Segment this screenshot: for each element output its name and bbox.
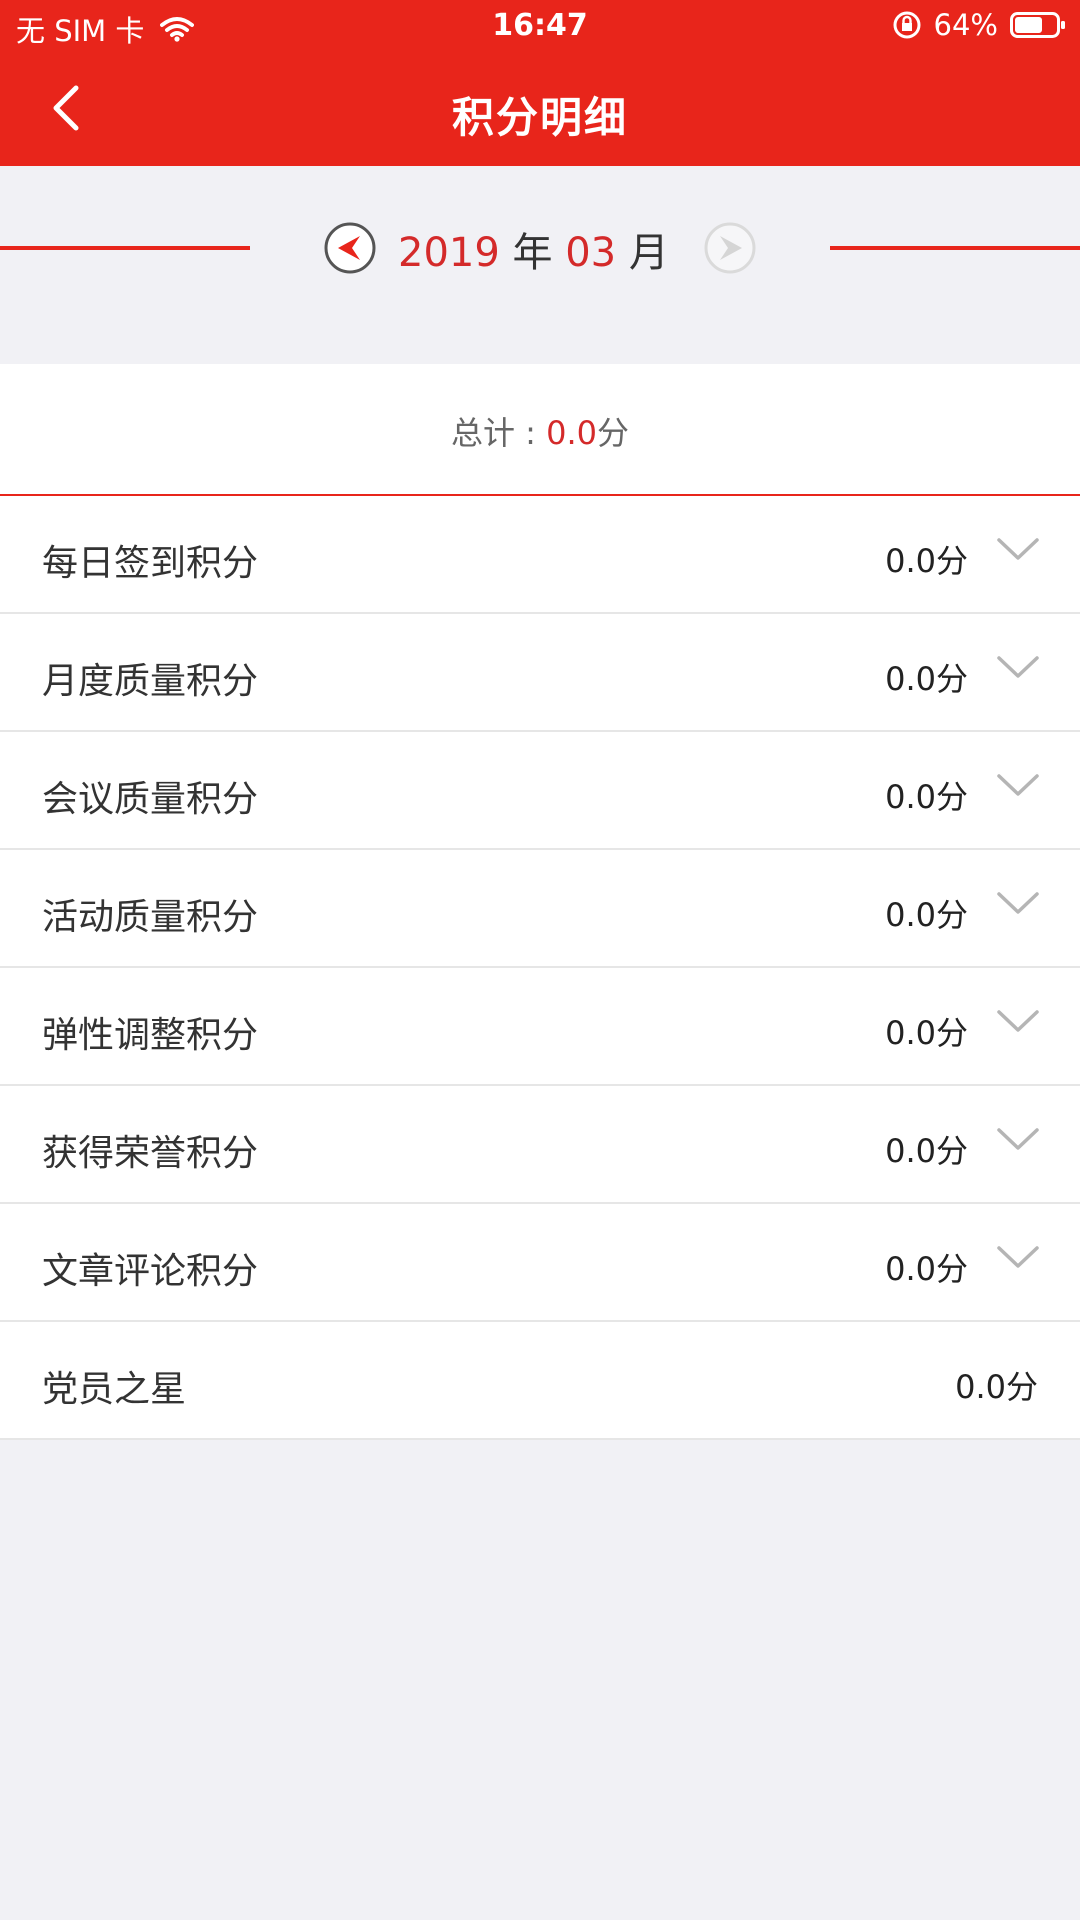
- item-label: 获得荣誉积分: [42, 1133, 259, 1174]
- battery-percent: 64%: [933, 8, 998, 42]
- item-value: 0.0分: [885, 660, 968, 698]
- month-selector: 2019 年 03 月: [0, 166, 1080, 364]
- item-value: 0.0分: [885, 896, 968, 934]
- chevron-down-icon[interactable]: [996, 890, 1040, 918]
- month-value: 03: [565, 230, 617, 276]
- circle-arrow-right-icon: [704, 222, 756, 274]
- year-unit: 年: [512, 230, 553, 276]
- item-value: 0.0分: [885, 1250, 968, 1288]
- item-label: 每日签到积分: [42, 543, 259, 584]
- item-label: 文章评论积分: [42, 1251, 259, 1292]
- chevron-down-icon[interactable]: [996, 1008, 1040, 1036]
- status-bar: 无 SIM 卡 16:47 64%: [0, 0, 1080, 54]
- chevron-down-icon[interactable]: [996, 536, 1040, 564]
- divider-line-right: [830, 246, 1080, 250]
- list-item-activity-quality[interactable]: 活动质量积分 0.0分: [0, 850, 1080, 968]
- item-value: 0.0分: [885, 542, 968, 580]
- total-text: 总计 : 0.0分: [0, 408, 1080, 454]
- item-label: 弹性调整积分: [42, 1015, 259, 1056]
- chevron-down-icon[interactable]: [996, 1126, 1040, 1154]
- chevron-down-icon[interactable]: [996, 772, 1040, 800]
- rotation-lock-icon: [892, 10, 922, 40]
- total-summary: 总计 : 0.0分: [0, 364, 1080, 496]
- list-item-flexible-adjustment[interactable]: 弹性调整积分 0.0分: [0, 968, 1080, 1086]
- list-item-daily-checkin[interactable]: 每日签到积分 0.0分: [0, 496, 1080, 614]
- page-title: 积分明细: [451, 93, 628, 142]
- total-value: 0.0: [546, 414, 597, 452]
- circle-arrow-left-icon: [324, 222, 376, 274]
- status-right: 64%: [892, 8, 1066, 42]
- item-label: 活动质量积分: [42, 897, 259, 938]
- chevron-down-icon[interactable]: [996, 1244, 1040, 1272]
- total-label: 总计 :: [450, 414, 547, 452]
- header: 无 SIM 卡 16:47 64% 积分明细: [0, 0, 1080, 166]
- list-item-meeting-quality[interactable]: 会议质量积分 0.0分: [0, 732, 1080, 850]
- item-label: 月度质量积分: [42, 661, 259, 702]
- list-item-party-member-star[interactable]: 党员之星 0.0分: [0, 1322, 1080, 1440]
- list-item-article-comments[interactable]: 文章评论积分 0.0分: [0, 1204, 1080, 1322]
- list-item-honors[interactable]: 获得荣誉积分 0.0分: [0, 1086, 1080, 1204]
- year-value: 2019: [398, 230, 500, 276]
- month-unit: 月: [628, 230, 669, 276]
- battery-icon: [1010, 11, 1066, 39]
- divider-line-left: [0, 246, 250, 250]
- item-label: 会议质量积分: [42, 779, 259, 820]
- month-label: 2019 年 03 月: [398, 220, 669, 278]
- points-list: 每日签到积分 0.0分 月度质量积分 0.0分 会议质量积分 0.0分 活动质量…: [0, 496, 1080, 1440]
- item-value: 0.0分: [885, 1014, 968, 1052]
- next-month-button[interactable]: [703, 221, 757, 275]
- item-label: 党员之星: [42, 1369, 187, 1410]
- chevron-down-icon[interactable]: [996, 654, 1040, 682]
- item-value: 0.0分: [955, 1368, 1038, 1406]
- prev-month-button[interactable]: [323, 221, 377, 275]
- item-value: 0.0分: [885, 778, 968, 816]
- item-value: 0.0分: [885, 1132, 968, 1170]
- nav-bar: 积分明细: [0, 54, 1080, 166]
- total-unit: 分: [597, 414, 630, 452]
- list-item-monthly-quality[interactable]: 月度质量积分 0.0分: [0, 614, 1080, 732]
